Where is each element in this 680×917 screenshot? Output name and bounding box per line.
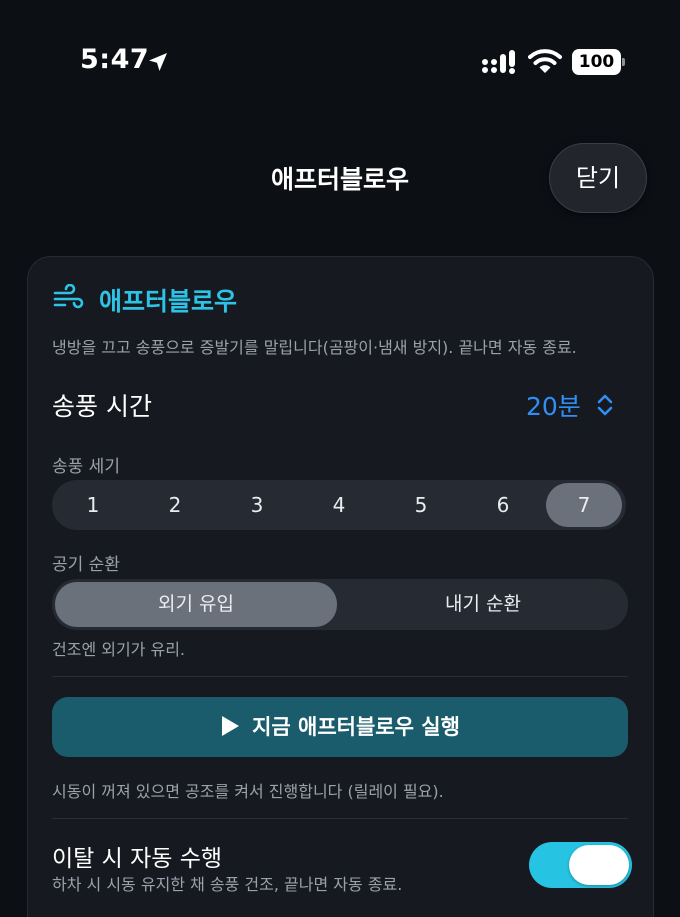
duration-value: 20분 [526, 392, 581, 421]
close-button[interactable]: 닫기 [549, 143, 647, 213]
battery-tip [622, 58, 625, 66]
afterblow-settings-screen: 5:47 100 애프터블로우 닫기 애프터블로우 냉방을 끄고 송풍으로 증발… [0, 0, 680, 917]
fan-speed-option-5[interactable]: 5 [380, 480, 462, 530]
air-circulation-option-outside[interactable]: 외기 유입 [55, 582, 337, 627]
auto-run-description: 하차 시 시동 유지한 채 송풍 건조, 끝나면 자동 종료. [52, 875, 403, 894]
divider [52, 818, 628, 819]
run-afterblow-label: 지금 애프터블로우 실행 [252, 715, 460, 739]
play-icon [222, 716, 240, 736]
fan-speed-option-3[interactable]: 3 [216, 480, 298, 530]
toggle-knob [569, 845, 629, 885]
air-circulation-label: 공기 순환 [52, 555, 120, 575]
location-arrow-icon [149, 53, 167, 71]
cellular-signal-icon [482, 50, 515, 74]
auto-run-title: 이탈 시 자동 수행 [52, 846, 223, 872]
fan-speed-option-1[interactable]: 1 [52, 480, 134, 530]
battery-level: 100 [578, 52, 615, 72]
fan-speed-option-6[interactable]: 6 [462, 480, 544, 530]
air-circulation-option-recirculate[interactable]: 내기 순환 [340, 579, 626, 630]
air-circulation-hint: 건조엔 외기가 유리. [52, 640, 186, 659]
card-title: 애프터블로우 [99, 287, 238, 316]
status-bar: 5:47 100 [0, 0, 680, 110]
fan-speed-option-4[interactable]: 4 [298, 480, 380, 530]
duration-picker[interactable]: 20분 [526, 387, 616, 421]
duration-label: 송풍 시간 [52, 392, 152, 421]
auto-run-toggle[interactable] [529, 842, 632, 888]
divider [52, 676, 628, 677]
air-circulation-segmented-control: 외기 유입 내기 순환 [52, 579, 628, 630]
run-afterblow-button[interactable]: 지금 애프터블로우 실행 [52, 697, 628, 757]
battery-indicator: 100 [572, 49, 626, 75]
chevron-updown-icon [597, 394, 613, 416]
wind-icon [53, 284, 84, 309]
wifi-icon [528, 49, 562, 73]
fan-speed-segmented-control: 1 2 3 4 5 6 7 [52, 480, 626, 530]
status-time: 5:47 [80, 44, 150, 75]
run-hint: 시동이 꺼져 있으면 공조를 켜서 진행합니다 (릴레이 필요). [52, 782, 444, 801]
fan-speed-option-7[interactable]: 7 [546, 483, 622, 527]
fan-speed-option-2[interactable]: 2 [134, 480, 216, 530]
card-description: 냉방을 끄고 송풍으로 증발기를 말립니다(곰팡이·냄새 방지). 끝나면 자동… [52, 338, 577, 357]
fan-speed-label: 송풍 세기 [52, 457, 120, 477]
